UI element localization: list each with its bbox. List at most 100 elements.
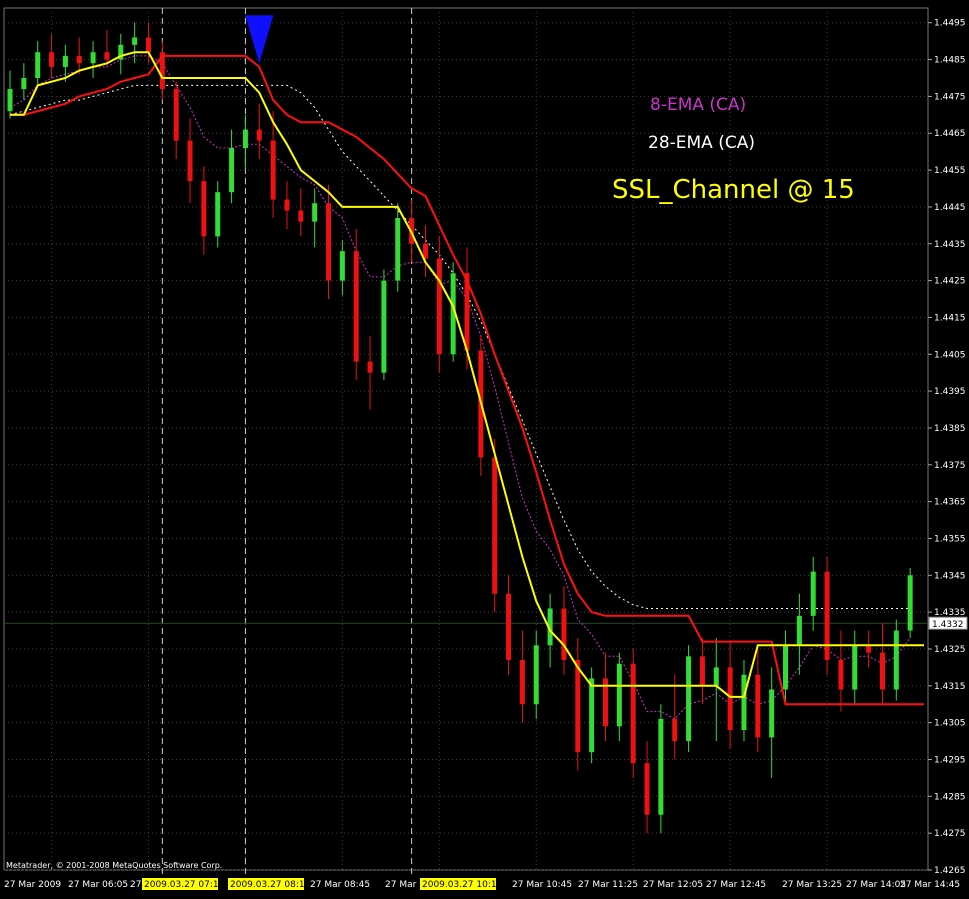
y-tick-label: 1.4355 bbox=[934, 534, 966, 544]
x-tick-label: 27 Mar 2009 bbox=[4, 880, 61, 890]
candle-body[interactable] bbox=[270, 140, 276, 200]
x-tick-label: 27 Mar 12:45 bbox=[706, 880, 766, 890]
candle-body[interactable] bbox=[256, 129, 262, 141]
candle-body[interactable] bbox=[242, 129, 248, 148]
legend-ema8: 8-EMA (CA) bbox=[650, 95, 746, 115]
candle-body[interactable] bbox=[62, 55, 68, 67]
y-tick-label: 1.4435 bbox=[934, 240, 966, 250]
candle-body[interactable] bbox=[810, 571, 816, 616]
candle-body[interactable] bbox=[339, 251, 345, 281]
current-price-label: 1.4332 bbox=[932, 620, 964, 630]
candle-body[interactable] bbox=[173, 89, 179, 141]
candle-body[interactable] bbox=[215, 192, 221, 237]
x-tick-label: 27 Mar 11:25 bbox=[578, 880, 638, 890]
candle-body[interactable] bbox=[561, 608, 567, 661]
candle-body[interactable] bbox=[7, 89, 13, 112]
candle-body[interactable] bbox=[21, 77, 27, 90]
candle-body[interactable] bbox=[353, 251, 359, 362]
y-tick-label: 1.4315 bbox=[934, 682, 966, 692]
candle-body[interactable] bbox=[741, 674, 747, 731]
candle-body[interactable] bbox=[533, 645, 539, 705]
candle-body[interactable] bbox=[312, 203, 318, 222]
candle-body[interactable] bbox=[879, 652, 885, 690]
candle-body[interactable] bbox=[492, 457, 498, 594]
date-highlight-label: 2009.03.27 07:15 bbox=[144, 880, 224, 890]
candle-body[interactable] bbox=[367, 361, 373, 373]
date-highlight-label: 2009.03.27 10:10 bbox=[422, 880, 503, 890]
x-tick-label: 27 Mar 12:05 bbox=[643, 880, 703, 890]
candle-body[interactable] bbox=[436, 258, 442, 355]
y-tick-label: 1.4335 bbox=[934, 608, 966, 618]
y-tick-label: 1.4485 bbox=[934, 56, 966, 66]
candle-body[interactable] bbox=[658, 718, 664, 815]
candle-body[interactable] bbox=[699, 656, 705, 686]
candle-body[interactable] bbox=[907, 575, 913, 631]
x-tick-label: 27 bbox=[130, 880, 141, 890]
x-tick-label: 27 Mar 10:45 bbox=[512, 880, 572, 890]
y-tick-label: 1.4385 bbox=[934, 424, 966, 434]
x-tick-label: 27 Mar 14:45 bbox=[900, 880, 960, 890]
x-tick-label: 27 Mar bbox=[385, 880, 417, 890]
candle-body[interactable] bbox=[145, 37, 151, 53]
y-tick-label: 1.4325 bbox=[934, 645, 966, 655]
y-tick-label: 1.4375 bbox=[934, 461, 966, 471]
plot-area bbox=[3, 7, 929, 871]
y-tick-label: 1.4345 bbox=[934, 571, 966, 581]
candle-body[interactable] bbox=[201, 181, 207, 237]
date-highlight-label: 2009.03.27 08:10 bbox=[230, 880, 311, 890]
candle-body[interactable] bbox=[187, 140, 193, 182]
candle-body[interactable] bbox=[589, 678, 595, 753]
candle-body[interactable] bbox=[35, 52, 41, 78]
candle-body[interactable] bbox=[852, 645, 858, 690]
candle-body[interactable] bbox=[229, 147, 235, 193]
legend-ssl-channel: SSL_Channel @ 15 bbox=[612, 175, 855, 205]
x-tick-label: 27 Mar 13:25 bbox=[782, 880, 842, 890]
y-tick-label: 1.4445 bbox=[934, 203, 966, 213]
x-tick-label: 27 Mar 14:05 bbox=[846, 880, 906, 890]
candle-body[interactable] bbox=[506, 593, 512, 661]
candle-body[interactable] bbox=[824, 571, 830, 661]
chart-window: 1.4495 1.4485 1.4475 1.4465 1.4455 1.4445 1.44… bbox=[0, 0, 969, 895]
candle-body[interactable] bbox=[49, 52, 55, 67]
candle-body[interactable] bbox=[783, 645, 789, 690]
candle-body[interactable] bbox=[644, 763, 650, 815]
candle-body[interactable] bbox=[104, 52, 110, 60]
candle-body[interactable] bbox=[616, 663, 622, 727]
candle-body[interactable] bbox=[519, 660, 525, 705]
candle-body[interactable] bbox=[755, 674, 761, 738]
price-chart[interactable]: 1.4495 1.4485 1.4475 1.4465 1.4455 1.4445 1.44… bbox=[0, 0, 969, 895]
x-tick-label: 27 Mar 08:45 bbox=[310, 880, 370, 890]
candle-body[interactable] bbox=[630, 663, 636, 764]
y-tick-label: 1.4305 bbox=[934, 719, 966, 729]
candle-body[interactable] bbox=[395, 217, 401, 281]
y-tick-label: 1.4265 bbox=[934, 866, 966, 876]
candle-body[interactable] bbox=[796, 615, 802, 646]
candle-body[interactable] bbox=[76, 55, 82, 64]
y-tick-label: 1.4495 bbox=[934, 19, 966, 29]
candle-body[interactable] bbox=[90, 52, 96, 64]
candle-body[interactable] bbox=[284, 199, 290, 211]
candle-body[interactable] bbox=[298, 210, 304, 222]
candle-body[interactable] bbox=[713, 667, 719, 686]
candle-body[interactable] bbox=[381, 280, 387, 373]
y-tick-label: 1.4455 bbox=[934, 166, 966, 176]
candle-body[interactable] bbox=[686, 656, 692, 742]
y-tick-label: 1.4275 bbox=[934, 829, 966, 839]
candle-body[interactable] bbox=[132, 37, 138, 45]
y-tick-label: 1.4405 bbox=[934, 350, 966, 360]
y-tick-label: 1.4365 bbox=[934, 498, 966, 508]
candle-body[interactable] bbox=[893, 630, 899, 690]
candle-body[interactable] bbox=[575, 660, 581, 753]
candle-body[interactable] bbox=[866, 645, 872, 653]
candle-body[interactable] bbox=[838, 660, 844, 690]
legend-ema28: 28-EMA (CA) bbox=[648, 133, 755, 153]
x-tick-label: 27 Mar 06:05 bbox=[68, 880, 128, 890]
y-tick-label: 1.4285 bbox=[934, 792, 966, 802]
candle-body[interactable] bbox=[672, 718, 678, 742]
y-tick-label: 1.4475 bbox=[934, 92, 966, 102]
candle-body[interactable] bbox=[326, 203, 332, 281]
y-tick-label: 1.4295 bbox=[934, 755, 966, 765]
candle-body[interactable] bbox=[727, 667, 733, 731]
y-tick-label: 1.4395 bbox=[934, 387, 966, 397]
candle-body[interactable] bbox=[769, 689, 775, 738]
